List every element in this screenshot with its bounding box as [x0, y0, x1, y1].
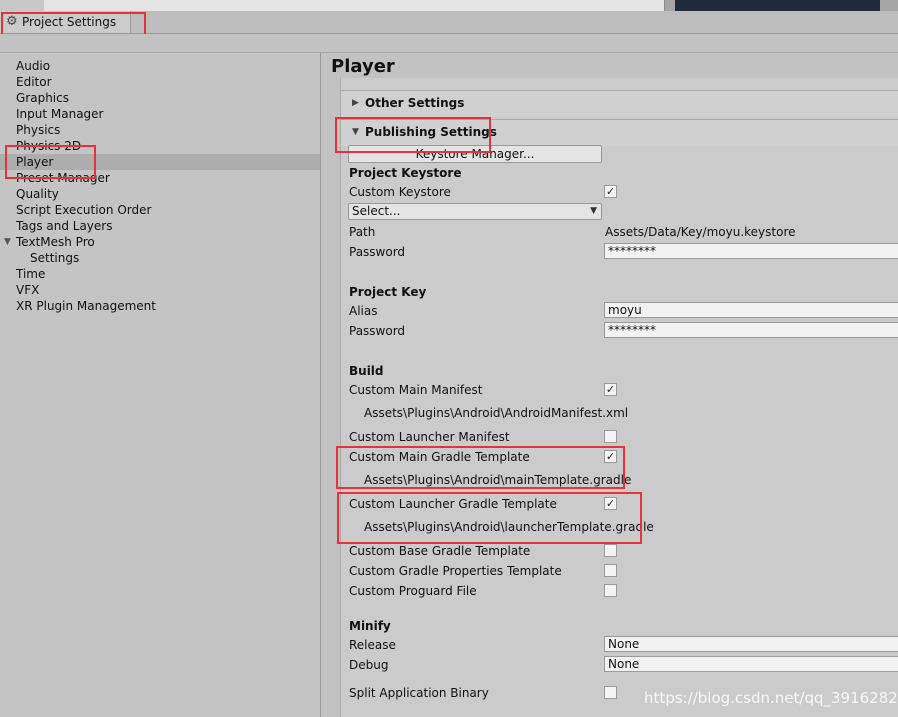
sidebar-item-quality[interactable]: Quality — [16, 186, 59, 202]
annotation-box-main-gradle — [336, 446, 625, 489]
expand-triangle-icon[interactable]: ▼ — [4, 234, 11, 250]
minify-heading: Minify — [349, 619, 391, 633]
sidebar-item-editor[interactable]: Editor — [16, 74, 52, 90]
custom-gradle-properties-label: Custom Gradle Properties Template — [349, 564, 562, 578]
custom-base-gradle-label: Custom Base Gradle Template — [349, 544, 531, 558]
foldout-label: Other Settings — [365, 96, 465, 110]
debug-dropdown[interactable]: None — [604, 656, 898, 672]
dropdown-caret-icon: ▼ — [590, 206, 597, 216]
annotation-box-player — [5, 145, 96, 179]
annotation-box-publishing — [335, 117, 491, 153]
main-manifest-path: Assets\Plugins\Android\AndroidManifest.x… — [364, 406, 629, 420]
sidebar-item-input-manager[interactable]: Input Manager — [16, 106, 104, 122]
debug-label: Debug — [349, 658, 389, 672]
path-label: Path — [349, 225, 376, 239]
toolbar — [0, 34, 898, 53]
project-keystore-heading: Project Keystore — [349, 166, 462, 180]
sidebar-item-tags-and-layers[interactable]: Tags and Layers — [16, 218, 112, 234]
keystore-path-value: Assets/Data/Key/moyu.keystore — [605, 225, 796, 239]
sidebar-item-textmesh-settings[interactable]: Settings — [30, 250, 79, 266]
split-binary-label: Split Application Binary — [349, 686, 489, 700]
custom-proguard-checkbox[interactable] — [604, 584, 617, 597]
custom-main-manifest-checkbox[interactable]: ✓ — [604, 383, 617, 396]
custom-gradle-properties-checkbox[interactable] — [604, 564, 617, 577]
split-binary-checkbox[interactable] — [604, 686, 617, 699]
keystore-select-dropdown[interactable]: Select... ▼ — [348, 203, 602, 220]
inspector-content: ▶ Other Settings ▼ Publishing Settings K… — [340, 78, 898, 717]
annotation-box-launcher-gradle — [337, 492, 642, 544]
top-strip-segment — [44, 0, 665, 11]
dropdown-value: Select... — [352, 204, 401, 218]
sidebar-item-textmesh-pro[interactable]: TextMesh Pro — [16, 234, 95, 250]
sidebar-item-graphics[interactable]: Graphics — [16, 90, 69, 106]
watermark-text: https://blog.csdn.net/qq_39162826 — [644, 689, 898, 707]
project-key-heading: Project Key — [349, 285, 427, 299]
key-password-field[interactable]: ******** — [604, 322, 898, 338]
alias-label: Alias — [349, 304, 378, 318]
custom-keystore-label: Custom Keystore — [349, 185, 451, 199]
sidebar-item-audio[interactable]: Audio — [16, 58, 50, 74]
sidebar-item-vfx[interactable]: VFX — [16, 282, 39, 298]
custom-base-gradle-checkbox[interactable] — [604, 544, 617, 557]
other-settings-foldout[interactable]: ▶ Other Settings — [341, 90, 898, 117]
release-label: Release — [349, 638, 396, 652]
sidebar-item-xr-plugin-management[interactable]: XR Plugin Management — [16, 298, 156, 314]
keystore-password-label: Password — [349, 245, 406, 259]
key-password-label: Password — [349, 324, 406, 338]
build-heading: Build — [349, 364, 384, 378]
custom-launcher-manifest-checkbox[interactable] — [604, 430, 617, 443]
custom-launcher-manifest-label: Custom Launcher Manifest — [349, 430, 510, 444]
sidebar-item-physics[interactable]: Physics — [16, 122, 60, 138]
top-strip — [0, 0, 898, 11]
custom-keystore-checkbox[interactable]: ✓ — [604, 185, 617, 198]
top-strip-segment — [0, 0, 45, 11]
alias-field[interactable]: moyu — [604, 302, 898, 318]
page-title: Player — [331, 56, 395, 77]
top-strip-segment — [675, 0, 880, 11]
sidebar-item-time[interactable]: Time — [16, 266, 45, 282]
collapsed-arrow-icon: ▶ — [352, 98, 359, 108]
custom-proguard-label: Custom Proguard File — [349, 584, 477, 598]
keystore-password-field[interactable]: ******** — [604, 243, 898, 259]
sidebar-item-script-execution-order[interactable]: Script Execution Order — [16, 202, 151, 218]
custom-main-manifest-label: Custom Main Manifest — [349, 383, 483, 397]
release-dropdown[interactable]: None — [604, 636, 898, 652]
